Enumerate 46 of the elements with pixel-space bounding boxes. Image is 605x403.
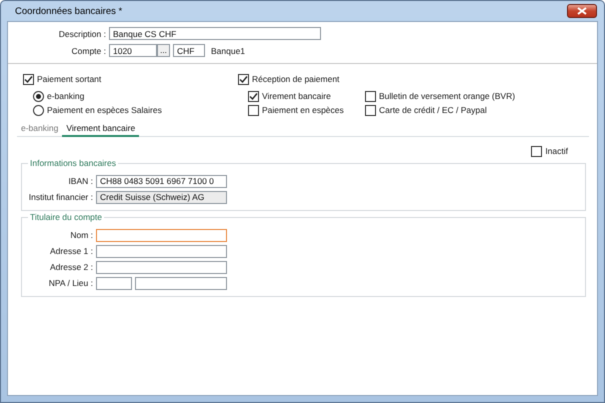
- field-label: Adresse 2 :: [49, 262, 93, 272]
- input-field[interactable]: [96, 228, 227, 242]
- checkbox-label[interactable]: Paiement en espèces: [262, 105, 344, 115]
- checkbox[interactable]: [23, 74, 34, 84]
- tab[interactable]: e-banking: [17, 121, 62, 137]
- browse-button[interactable]: ...: [157, 44, 170, 57]
- checkbox[interactable]: [365, 104, 376, 116]
- close-button[interactable]: [567, 4, 597, 18]
- close-icon: [577, 7, 587, 15]
- account-field[interactable]: 1020: [109, 44, 157, 57]
- description-field[interactable]: Banque CS CHF: [109, 27, 321, 40]
- checkbox-label[interactable]: Bulletin de versement orange (BVR): [379, 91, 516, 101]
- radio-label[interactable]: e-banking: [47, 91, 84, 101]
- field-label: Description :: [58, 28, 106, 38]
- account-name: Banque1: [211, 46, 246, 56]
- checkbox-label[interactable]: Virement bancaire: [262, 91, 331, 101]
- radio-button[interactable]: [33, 90, 44, 102]
- field-label: Nom :: [69, 230, 93, 240]
- group-title: Informations bancaires: [28, 158, 118, 168]
- field-label: Compte :: [70, 46, 106, 56]
- currency-field[interactable]: CHF: [173, 44, 205, 57]
- checkbox[interactable]: [248, 90, 259, 102]
- checkbox[interactable]: [238, 74, 249, 84]
- input-field[interactable]: [96, 260, 227, 274]
- input-field[interactable]: [96, 276, 132, 290]
- input-field[interactable]: CH88 0483 5091 6967 7100 0: [96, 174, 227, 188]
- checkbox[interactable]: [365, 90, 376, 102]
- window-title: Coordonnées bancaires *: [15, 6, 122, 16]
- tab[interactable]: Virement bancaire: [62, 121, 140, 137]
- checkbox[interactable]: [531, 146, 542, 156]
- field-label: NPA / Lieu :: [48, 278, 93, 288]
- radio-label[interactable]: Paiement en espèces Salaires: [47, 105, 162, 115]
- input-field[interactable]: [96, 244, 227, 258]
- field-label: Institut financier :: [28, 192, 93, 202]
- checkbox-label[interactable]: Paiement sortant: [37, 74, 102, 84]
- group-title: Titulaire du compte: [28, 212, 104, 222]
- input-field[interactable]: [135, 276, 227, 290]
- checkbox[interactable]: [248, 104, 259, 116]
- field-label: Adresse 1 :: [49, 246, 93, 256]
- input-field[interactable]: Credit Suisse (Schweiz) AG: [96, 190, 227, 204]
- checkbox-label[interactable]: Inactif: [545, 146, 568, 156]
- check-icon: [24, 74, 33, 84]
- checkbox-label[interactable]: Réception de paiement: [252, 74, 340, 84]
- checkbox-label[interactable]: Carte de crédit / EC / Paypal: [379, 105, 487, 115]
- field-label: IBAN :: [67, 176, 93, 186]
- radio-button[interactable]: [33, 104, 44, 116]
